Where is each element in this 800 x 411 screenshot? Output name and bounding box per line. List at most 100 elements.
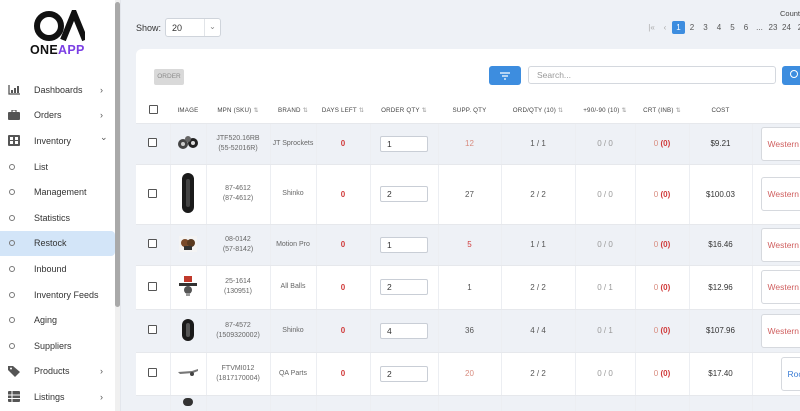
plus90-cell: 0 / 1 — [575, 265, 636, 310]
page-button-1[interactable]: 1 — [672, 21, 685, 34]
product-image-partial[interactable] — [170, 395, 207, 411]
page-button-4[interactable]: 4 — [713, 21, 726, 34]
table-row[interactable]: JTF520.16RB (55-52016R) JT Sprockets 0 1 … — [136, 123, 800, 165]
table-row[interactable]: 87-4612 (87-4612) Shinko 0 2 27 2 / 2 0 /… — [136, 164, 800, 225]
prev-page-button[interactable]: ‹ — [659, 21, 672, 34]
circle-icon — [9, 342, 15, 349]
row-checkbox[interactable] — [148, 239, 158, 248]
tag-icon — [8, 365, 20, 378]
restock-panel: ORDER IMAGE MPN (SKU)⇅ BRAND⇅ DAYS LEFT⇅… — [136, 49, 800, 411]
sidebar-scrollbar[interactable] — [115, 0, 120, 411]
page-button-23[interactable]: 23 — [767, 21, 780, 34]
filter-icon — [500, 71, 510, 80]
sidebar-item-restock[interactable]: Restock — [0, 230, 115, 257]
sidebar-item-list[interactable]: List — [0, 154, 115, 180]
select-all-checkbox[interactable] — [148, 104, 158, 114]
oneapp-logo[interactable]: ONEAPP — [30, 10, 90, 60]
ord-qty-cell: 1 / 1 — [501, 123, 576, 165]
days-left-cell: 0 — [316, 123, 371, 165]
page-button-25[interactable]: 2 — [794, 21, 800, 34]
logo-text: ONEAPP — [30, 43, 85, 57]
page-button-2[interactable]: 2 — [686, 21, 699, 34]
column-header-days-left[interactable]: DAYS LEFT ⇅ — [316, 98, 370, 124]
plus90-cell: 0 / 0 — [575, 164, 636, 225]
page-button-24[interactable]: 24 — [780, 21, 793, 34]
order-qty-cell: 4 — [370, 309, 439, 353]
page-button-5[interactable]: 5 — [726, 21, 739, 34]
order-qty-input[interactable]: 2 — [380, 186, 428, 202]
column-header-mpn[interactable]: MPN (SKU) ⇅ — [206, 98, 270, 124]
order-qty-input[interactable]: 1 — [380, 236, 428, 253]
sidebar-item-label: Inventory Feeds — [34, 289, 99, 300]
supplier-button[interactable]: Western Po — [760, 270, 800, 304]
product-image-tire[interactable] — [170, 309, 207, 353]
page-button-6[interactable]: 6 — [740, 21, 753, 34]
first-page-button[interactable]: |« — [645, 21, 658, 34]
sidebar-item-products[interactable]: Products › — [0, 359, 115, 385]
column-header-brand[interactable]: BRAND ⇅ — [270, 98, 316, 124]
cost-cell: $100.03 — [689, 164, 753, 225]
row-checkbox[interactable] — [148, 281, 158, 291]
product-image-sprocket[interactable] — [170, 123, 207, 165]
product-image-tire[interactable] — [170, 164, 207, 225]
table-row[interactable] — [136, 395, 800, 411]
supplier-cell: Western Po — [752, 224, 800, 266]
table-row[interactable]: 87-4572 (1509320002) Shinko 0 4 36 4 / 4 … — [136, 309, 800, 353]
supplier-button[interactable]: Western Po — [760, 177, 800, 211]
table-row[interactable]: FTVMI012 (1817170004) QA Parts 0 2 20 2 /… — [136, 352, 800, 396]
row-checkbox[interactable] — [148, 325, 158, 334]
supplier-button[interactable]: Western Po — [760, 313, 800, 348]
column-header-crt-inb[interactable]: CRT (INB) ⇅ — [635, 98, 689, 124]
ord-qty-cell: 2 / 2 — [501, 352, 576, 396]
page-size-select[interactable]: 20 ⌄ — [165, 18, 221, 37]
scrollbar-thumb[interactable] — [115, 2, 120, 307]
sidebar-item-inventory-feeds[interactable]: Inventory Feeds — [0, 282, 115, 308]
sidebar-item-aging[interactable]: Aging — [0, 307, 115, 333]
order-qty-input[interactable]: 1 — [380, 135, 428, 152]
sidebar-item-suppliers[interactable]: Suppliers — [0, 333, 115, 359]
product-image-lever[interactable] — [170, 352, 207, 396]
row-checkbox[interactable] — [148, 188, 158, 198]
select-all-cell[interactable] — [136, 98, 170, 124]
order-qty-input[interactable]: 4 — [380, 322, 428, 339]
crt-inb-cell: 0 (0) — [635, 164, 690, 225]
supplier-button[interactable]: Roc — [780, 356, 800, 391]
product-image-kit[interactable] — [170, 265, 207, 310]
show-label: Show: — [136, 23, 162, 33]
sidebar-item-orders[interactable]: Orders › — [0, 103, 115, 129]
plus90-cell: 0 / 0 — [575, 123, 636, 165]
crt-inb-cell: 0 (0) — [635, 123, 690, 165]
sidebar-item-dashboards[interactable]: Dashboards › — [0, 77, 115, 103]
order-qty-input[interactable]: 2 — [380, 365, 428, 382]
product-image-part[interactable] — [170, 224, 207, 266]
sidebar-item-management[interactable]: Management — [0, 179, 115, 205]
brand-cell: Shinko — [270, 164, 317, 225]
supp-qty-cell: 5 — [438, 224, 502, 266]
column-header-ord-qty[interactable]: ORD/QTY (10) ⇅ — [501, 98, 575, 124]
column-header-order-qty[interactable]: ORDER QTY ⇅ — [370, 98, 438, 124]
supplier-button[interactable]: Western Po — [760, 126, 800, 161]
sidebar-item-statistics[interactable]: Statistics — [0, 205, 115, 231]
crt-inb-cell: 0 (0) — [635, 224, 690, 266]
sort-icon: ⇅ — [358, 107, 365, 114]
order-button[interactable]: ORDER — [154, 69, 184, 85]
supplier-button[interactable]: Western Po — [760, 227, 800, 262]
search-input[interactable] — [528, 66, 776, 84]
sidebar-item-inbound[interactable]: Inbound — [0, 256, 115, 282]
sidebar-item-listings[interactable]: Listings › — [0, 384, 115, 410]
table-row[interactable]: 08-0142 (57-8142) Motion Pro 0 1 5 1 / 1 … — [136, 224, 800, 266]
column-header-plus90[interactable]: +90/-90 (10) ⇅ — [575, 98, 635, 124]
table-row[interactable]: 25-1614 (130951) All Balls 0 2 1 2 / 2 0 … — [136, 265, 800, 310]
sidebar-item-label: Listings — [34, 391, 65, 402]
page-button-3[interactable]: 3 — [699, 21, 712, 34]
filter-button[interactable] — [489, 66, 521, 85]
search-button[interactable] — [782, 66, 800, 85]
row-checkbox[interactable] — [148, 368, 158, 377]
ord-qty-cell: 1 / 1 — [501, 224, 576, 266]
row-checkbox[interactable] — [148, 138, 158, 147]
column-header-cost: COST — [689, 98, 752, 124]
supp-qty-cell: 1 — [438, 265, 502, 310]
column-header-image: IMAGE — [170, 98, 206, 124]
order-qty-input[interactable]: 2 — [380, 279, 428, 295]
sidebar-item-inventory[interactable]: Inventory ⌄ — [0, 128, 115, 154]
